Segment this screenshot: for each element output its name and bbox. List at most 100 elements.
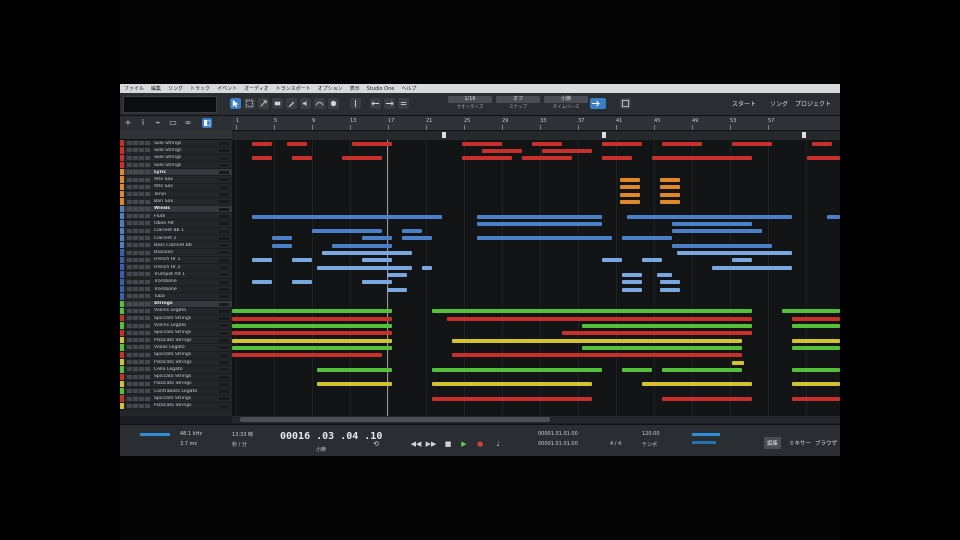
record-arm-icon[interactable]: [139, 294, 144, 299]
monitor-icon[interactable]: [145, 374, 150, 379]
event-clip[interactable]: [232, 353, 382, 358]
menu-song[interactable]: ソング: [168, 85, 183, 92]
menu-options[interactable]: オプション: [318, 85, 343, 92]
monitor-icon[interactable]: [145, 279, 150, 284]
event-clip[interactable]: [672, 243, 772, 248]
solo-icon[interactable]: [133, 214, 138, 219]
mute-icon[interactable]: [127, 323, 132, 328]
mute-icon[interactable]: [127, 360, 132, 365]
event-clip[interactable]: [582, 345, 742, 350]
event-clip[interactable]: [732, 360, 744, 365]
event-clip[interactable]: [532, 141, 562, 146]
event-clip[interactable]: [672, 229, 762, 234]
mute-icon[interactable]: [127, 403, 132, 408]
event-clip[interactable]: [622, 272, 642, 277]
record-arm-icon[interactable]: [139, 228, 144, 233]
solo-icon[interactable]: [133, 367, 138, 372]
tempo-display[interactable]: 120.00: [642, 431, 660, 437]
mute-icon[interactable]: [127, 279, 132, 284]
solo-icon[interactable]: [133, 199, 138, 204]
solo-icon[interactable]: [133, 272, 138, 277]
mute-icon[interactable]: [127, 287, 132, 292]
event-clip[interactable]: [792, 338, 840, 343]
loop-left-display[interactable]: 00001.01.01.00: [538, 431, 578, 437]
record-arm-icon[interactable]: [139, 287, 144, 292]
track-row[interactable]: Alto Sax: [120, 183, 232, 192]
menu-file[interactable]: ファイル: [124, 85, 144, 92]
event-clip[interactable]: [542, 148, 592, 153]
event-clip[interactable]: [792, 367, 840, 372]
event-clip[interactable]: [662, 397, 752, 401]
solo-icon[interactable]: [133, 206, 138, 211]
record-arm-icon[interactable]: [139, 243, 144, 248]
event-clip[interactable]: [232, 345, 392, 350]
menu-help[interactable]: ヘルプ: [401, 85, 416, 92]
monitor-icon[interactable]: [145, 316, 150, 321]
event-clip[interactable]: [827, 214, 840, 219]
record-arm-icon[interactable]: [139, 170, 144, 175]
event-clip[interactable]: [402, 229, 422, 234]
mute-icon[interactable]: [127, 389, 132, 394]
track-row[interactable]: Tuba: [120, 293, 232, 301]
event-clip[interactable]: [782, 309, 840, 314]
mute-icon[interactable]: [127, 338, 132, 343]
event-clip[interactable]: [620, 199, 640, 204]
track-row[interactable]: Spiccato Strings: [120, 395, 232, 403]
event-clip[interactable]: [332, 243, 392, 248]
event-clip[interactable]: [660, 287, 680, 292]
mute-icon[interactable]: [127, 352, 132, 357]
event-clip[interactable]: [642, 258, 662, 263]
event-clip[interactable]: [677, 251, 792, 255]
mute-icon[interactable]: [127, 301, 132, 306]
record-arm-icon[interactable]: [139, 316, 144, 321]
mute-icon[interactable]: [127, 330, 132, 335]
menu-track[interactable]: トラック: [190, 85, 210, 92]
solo-icon[interactable]: [133, 257, 138, 262]
mute-icon[interactable]: [127, 214, 132, 219]
autoscroll-icon[interactable]: [590, 98, 606, 109]
solo-icon[interactable]: [133, 338, 138, 343]
snap-selector[interactable]: オフ スナップ: [496, 96, 540, 111]
monitor-icon[interactable]: [145, 403, 150, 408]
solo-icon[interactable]: [133, 323, 138, 328]
nav-start-button[interactable]: スタート: [732, 99, 756, 108]
solo-icon[interactable]: [133, 374, 138, 379]
monitor-icon[interactable]: [145, 155, 150, 160]
monitor-icon[interactable]: [145, 330, 150, 335]
mute-icon[interactable]: [127, 294, 132, 299]
track-row[interactable]: Spiccato Strings: [120, 351, 232, 359]
range-tool-icon[interactable]: [244, 98, 255, 109]
track-row[interactable]: Violas Legato: [120, 344, 232, 352]
mute-icon[interactable]: [127, 396, 132, 401]
event-clip[interactable]: [522, 156, 572, 161]
loop-icon[interactable]: [398, 98, 409, 109]
event-clip[interactable]: [660, 280, 680, 285]
track-row[interactable]: French Hr 1: [120, 256, 232, 265]
event-clip[interactable]: [622, 367, 652, 372]
mute-icon[interactable]: [127, 141, 132, 146]
mute-icon[interactable]: [127, 243, 132, 248]
record-arm-icon[interactable]: [139, 257, 144, 262]
monitor-icon[interactable]: [145, 367, 150, 372]
track-row[interactable]: Tenor: [120, 191, 232, 199]
solo-icon[interactable]: [133, 265, 138, 270]
event-clip[interactable]: [602, 141, 642, 146]
menu-audio[interactable]: オーディオ: [244, 85, 269, 92]
event-clip[interactable]: [292, 258, 312, 263]
record-arm-icon[interactable]: [139, 360, 144, 365]
monitor-icon[interactable]: [145, 243, 150, 248]
track-row[interactable]: Spiccato Strings: [120, 315, 232, 323]
monitor-icon[interactable]: [145, 177, 150, 182]
timebase-selector[interactable]: 小節 タイムベース: [544, 96, 588, 111]
mute-icon[interactable]: [127, 221, 132, 226]
monitor-icon[interactable]: [145, 345, 150, 350]
record-arm-icon[interactable]: [139, 381, 144, 386]
monitor-icon[interactable]: [145, 301, 150, 306]
solo-icon[interactable]: [133, 192, 138, 197]
event-clip[interactable]: [317, 265, 412, 270]
scroll-thumb[interactable]: [240, 417, 550, 422]
track-row[interactable]: Alto Sax: [120, 176, 232, 184]
record-arm-icon[interactable]: [139, 345, 144, 350]
solo-icon[interactable]: [133, 403, 138, 408]
event-clip[interactable]: [792, 397, 840, 401]
